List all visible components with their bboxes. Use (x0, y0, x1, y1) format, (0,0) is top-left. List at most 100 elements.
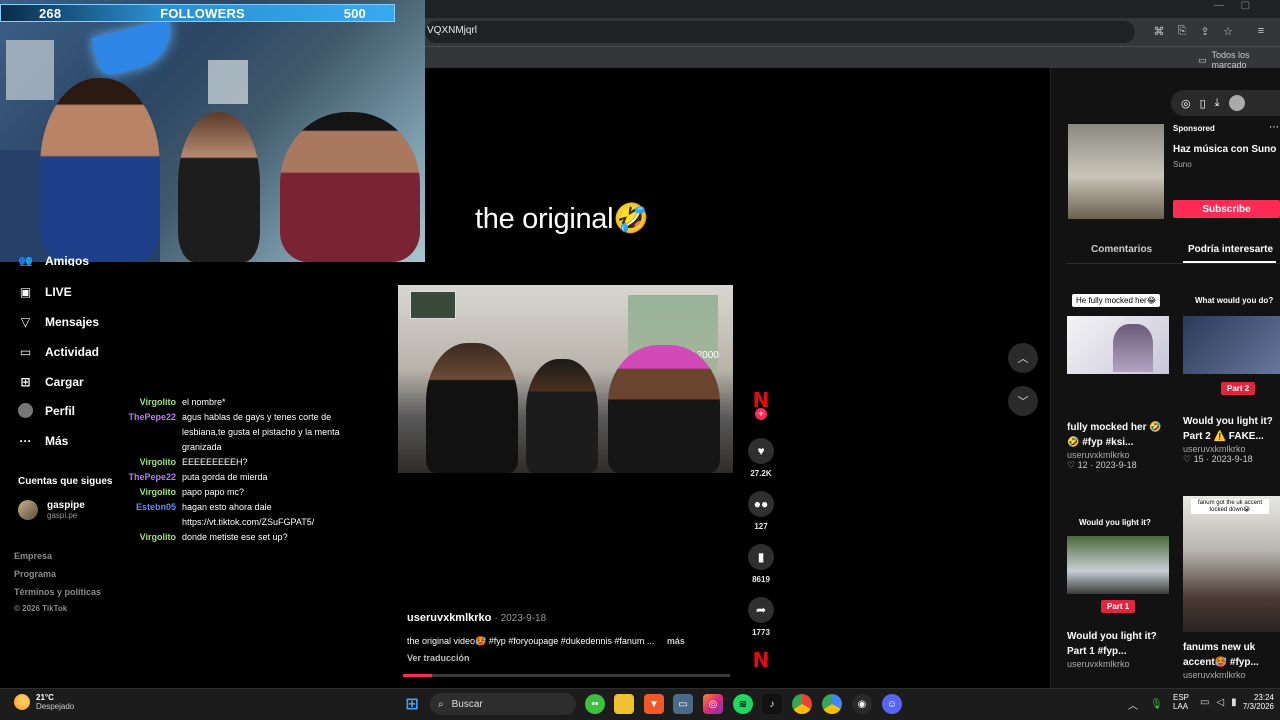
chat-username: Virgolito (139, 532, 176, 542)
game-app-icon[interactable]: •• (585, 694, 605, 714)
download-icon[interactable]: ⤓ (1215, 97, 1220, 110)
ad-brand: Suno (1173, 160, 1192, 169)
follow-plus-icon[interactable]: + (755, 408, 767, 420)
address-bar[interactable] (425, 21, 1135, 43)
tiktok-icon[interactable]: ♪ (762, 694, 782, 714)
bookmarks-folder[interactable]: ▭ Todos los marcado (1198, 50, 1280, 70)
discord-icon[interactable]: ☺ (882, 694, 902, 714)
user-avatar-icon[interactable] (1228, 95, 1245, 111)
creator-avatar[interactable]: N + (748, 388, 774, 420)
video-progress-bar[interactable] (403, 674, 730, 677)
bookmark-star-icon[interactable]: ☆ (1221, 24, 1235, 38)
more-options-icon[interactable]: ⋯ (1269, 122, 1279, 133)
like-count: 27.2K (750, 469, 772, 478)
save-count: 8619 (752, 575, 770, 584)
like-action[interactable]: ♥ 27.2K (748, 438, 774, 478)
card-thumbnail[interactable] (1183, 316, 1280, 374)
chevron-up-icon[interactable]: ︿ (1128, 697, 1138, 712)
ad-thumbnail[interactable] (1068, 124, 1164, 219)
spotify-icon[interactable]: ≋ (733, 694, 753, 714)
sidebar-item-live[interactable]: ▣ LIVE (18, 284, 72, 299)
footer-link-terms[interactable]: Términos y políticas (14, 587, 101, 597)
photos-app-icon[interactable]: ▭ (673, 694, 693, 714)
phone-icon[interactable]: ▯ (1200, 97, 1206, 110)
share-arrow-icon[interactable]: ➦ (748, 597, 774, 623)
weather-widget[interactable]: 21°C Despejado (14, 693, 74, 711)
bookmark-icon[interactable]: ▮ (748, 544, 774, 570)
tabs-divider (1066, 263, 1280, 264)
card-user[interactable]: useruvxkmlkrko (1183, 444, 1280, 454)
comment-action[interactable]: ●● 127 (748, 491, 774, 531)
card-user[interactable]: useruvxkmlkrko (1067, 450, 1169, 460)
address-text[interactable]: VQXNMjqrl (427, 25, 477, 36)
next-video-button[interactable]: ﹀ (1008, 386, 1038, 416)
chrome-profile-icon[interactable] (822, 694, 842, 714)
language-indicator[interactable]: ESP LAA (1173, 693, 1189, 711)
messages-icon: ▽ (20, 314, 31, 329)
window-controls[interactable]: — ▢ (1214, 0, 1250, 11)
card-user[interactable]: useruvxkmlkrko (1067, 659, 1169, 669)
video-player[interactable]: 9138 / 2000 (398, 285, 733, 473)
extension-toolbar: ◎ ▯ ⤓ (1171, 90, 1280, 116)
card-thumbnail[interactable] (1067, 316, 1169, 374)
comment-icon[interactable]: ●● (748, 491, 774, 517)
sidebar-item-label: Mensajes (45, 314, 100, 329)
instagram-icon[interactable]: ◎ (703, 694, 723, 714)
brave-browser-icon[interactable]: ▼ (644, 694, 664, 714)
sidebar-item-profile[interactable]: Perfil (18, 403, 75, 418)
clock[interactable]: 23:24 7/3/2026 (1232, 693, 1274, 711)
stream-chat: Virgolito el nombre* ThePepe22 agus hablas … (110, 395, 370, 545)
following-account[interactable]: gaspipe gaspi.pe (18, 500, 85, 520)
chrome-icon[interactable] (792, 694, 812, 714)
tab-comments[interactable]: Comentarios (1091, 244, 1152, 255)
sidebar-item-friends[interactable]: 👥 Amigos (18, 256, 89, 266)
file-explorer-icon[interactable] (614, 694, 634, 714)
video-author[interactable]: useruvxkmlkrko · 2023-9-18 (407, 612, 546, 624)
card-user[interactable]: useruvxkmlkrko (1183, 670, 1280, 680)
video-username[interactable]: useruvxkmlkrko (407, 612, 491, 624)
card-title[interactable]: Would you light it? Part 2 ⚠️ FAKE... (1183, 414, 1280, 444)
save-action[interactable]: ▮ 8619 (748, 544, 774, 584)
windows-start-icon[interactable]: ⊞ (402, 694, 422, 714)
video-person-center (526, 359, 598, 473)
card-title[interactable]: Would you light it? Part 1 #fyp... (1067, 629, 1167, 659)
avatar (18, 500, 38, 520)
sidebar-item-upload[interactable]: ⊞ Cargar (18, 374, 83, 389)
moon-weather-icon (14, 694, 30, 710)
tab-recommended[interactable]: Podría interesarte (1188, 244, 1273, 255)
more-icon: ··· (19, 433, 32, 448)
webcam-overlay: 268 FOLLOWERS 500 (0, 0, 425, 262)
more-link[interactable]: más (667, 636, 685, 646)
footer-link-program[interactable]: Programa (14, 569, 56, 579)
share-action[interactable]: ➦ 1773 (748, 597, 774, 637)
card-title[interactable]: fully mocked her 🤣🤣 #fyp #ksi... (1067, 420, 1167, 450)
recommended-card[interactable]: fanum got the uk accent locked down😭 fan… (1183, 496, 1280, 680)
obs-icon[interactable]: ◉ (852, 694, 872, 714)
compass-icon[interactable]: ◎ (1181, 97, 1191, 110)
card-thumb-label: Would you light it? (1079, 518, 1151, 527)
microphone-icon[interactable]: 🎙 (1150, 699, 1163, 710)
card-thumbnail[interactable]: fanum got the uk accent locked down😭 (1183, 496, 1280, 632)
ad-title[interactable]: Haz música con Suno (1173, 144, 1276, 155)
taskbar-search[interactable]: ⌕ Buscar (430, 693, 576, 715)
card-thumbnail[interactable] (1067, 536, 1169, 594)
translate-icon[interactable]: ⌘ (1152, 24, 1166, 38)
sidebar-item-more[interactable]: ··· Más (18, 433, 69, 448)
footer-link-company[interactable]: Empresa (14, 551, 52, 561)
heart-icon[interactable]: ♥ (748, 438, 774, 464)
recommended-card[interactable]: He fully mocked her😂 fully mocked her 🤣🤣… (1067, 290, 1169, 471)
sound-disc[interactable]: N (748, 648, 774, 672)
reading-list-icon[interactable]: ≡ (1254, 24, 1268, 38)
system-tray: ︿ 🎙 (1128, 697, 1163, 712)
previous-video-button[interactable]: ︿ (1008, 343, 1038, 373)
sidebar-item-activity[interactable]: ▭ Actividad (18, 344, 99, 359)
video-description: the original video🥵 #fyp #foryoupage #du… (407, 636, 685, 647)
recommended-card[interactable]: What would you do? Part 2 Would you ligh… (1183, 296, 1280, 465)
cast-icon[interactable]: ⎘ (1175, 24, 1189, 38)
subscribe-button[interactable]: Subscribe (1173, 200, 1280, 218)
translate-link[interactable]: Ver traducción (407, 653, 470, 663)
share-icon[interactable]: ⇪ (1198, 24, 1212, 38)
card-title[interactable]: fanums new uk accent🥵 #fyp... (1183, 640, 1280, 670)
recommended-card[interactable]: Would you light it? Part 1 Would you lig… (1067, 518, 1169, 669)
sidebar-item-messages[interactable]: ▽ Mensajes (18, 314, 99, 329)
